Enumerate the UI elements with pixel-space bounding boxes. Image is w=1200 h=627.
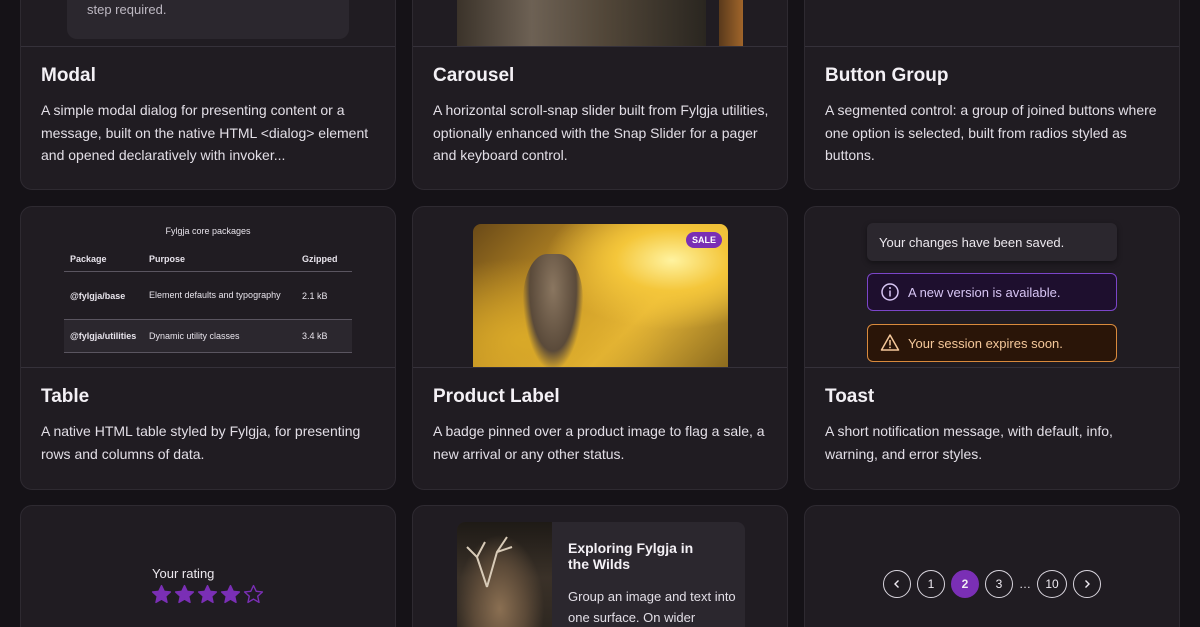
card-description: A badge pinned over a product image to f… xyxy=(433,423,765,462)
table-cell: @fylgja/utilities xyxy=(70,331,137,341)
table-preview: Fylgja core packages Package Purpose Gzi… xyxy=(21,207,395,368)
card-description: A horizontal scroll-snap slider built fr… xyxy=(433,102,769,163)
media-card-preview: Exploring Fylgja in the Wilds Group an i… xyxy=(457,522,745,627)
pagination-page-button[interactable]: 1 xyxy=(917,570,945,598)
carousel-next-slide-image xyxy=(719,0,743,46)
carousel-slide-image xyxy=(457,0,706,46)
card-media[interactable]: Exploring Fylgja in the Wilds Group an i… xyxy=(412,505,788,627)
card-carousel[interactable]: Carousel A horizontal scroll-snap slider… xyxy=(412,0,788,190)
toast-message: Your changes have been saved. xyxy=(879,234,1065,250)
card-title: Button Group xyxy=(825,65,949,86)
toast-warning[interactable]: Your session expires soon. xyxy=(867,324,1117,362)
card-title: Table xyxy=(41,386,90,407)
modal-preview: step required. xyxy=(21,0,395,47)
deer-image xyxy=(457,522,552,627)
sale-badge: SALE xyxy=(685,232,722,248)
data-table: Package Purpose Gzipped @fylgja/base Ele… xyxy=(64,247,352,353)
card-rating[interactable]: Your rating xyxy=(20,505,396,627)
toast-message: Your session expires soon. xyxy=(908,335,1063,351)
antlers-shape xyxy=(466,536,513,588)
warning-icon xyxy=(880,333,900,353)
card-modal[interactable]: step required. Modal A simple modal dial… xyxy=(20,0,396,190)
pagination-page-button[interactable]: 10 xyxy=(1037,570,1067,598)
pagination-page-button[interactable]: 3 xyxy=(985,570,1013,598)
star-icon[interactable] xyxy=(151,584,172,610)
chevron-left-icon xyxy=(894,580,899,588)
carousel-preview xyxy=(413,0,787,47)
card-table[interactable]: Fylgja core packages Package Purpose Gzi… xyxy=(20,206,396,490)
star-icon[interactable] xyxy=(243,584,264,610)
table-cell: 2.1 kB xyxy=(302,290,328,301)
pagination-next-button[interactable] xyxy=(1073,570,1101,598)
toast-preview: Your changes have been saved. A new vers… xyxy=(805,207,1179,368)
product-label-preview: SALE xyxy=(413,207,787,368)
card-title: Product Label xyxy=(433,386,560,407)
star-icon[interactable] xyxy=(174,584,195,610)
table-row: @fylgja/base Element defaults and typogr… xyxy=(64,272,352,320)
card-description: A segmented control: a group of joined b… xyxy=(825,102,1157,163)
rating-label: Your rating xyxy=(152,566,215,581)
cat-silhouette xyxy=(523,254,583,367)
card-product-label[interactable]: SALE Product Label A badge pinned over a… xyxy=(412,206,788,490)
modal-preview-note: step required. xyxy=(87,2,167,17)
table-header-row: Package Purpose Gzipped xyxy=(64,247,352,272)
toast-message: A new version is available. xyxy=(908,284,1061,300)
table-cell: 3.4 kB xyxy=(302,331,328,341)
star-icon[interactable] xyxy=(197,584,218,610)
star-rating[interactable] xyxy=(151,584,264,610)
table-cell: Dynamic utility classes xyxy=(149,330,240,341)
card-pagination[interactable]: 1 2 3 … 10 xyxy=(804,505,1180,627)
chevron-right-icon xyxy=(1085,580,1090,588)
table-header-cell: Purpose xyxy=(149,253,186,264)
table-header-cell: Package xyxy=(70,254,107,264)
card-description: A short notification message, with defau… xyxy=(825,423,1113,462)
table-cell: Element defaults and typography xyxy=(149,290,281,300)
pagination-ellipsis: … xyxy=(1019,577,1031,591)
toast-info[interactable]: A new version is available. xyxy=(867,273,1117,311)
star-icon[interactable] xyxy=(220,584,241,610)
card-title: Toast xyxy=(825,386,875,407)
card-description: A native HTML table styled by Fylgja, fo… xyxy=(41,423,361,462)
media-card-title: Exploring Fylgja in the Wilds xyxy=(568,540,694,572)
pagination-page-button-current[interactable]: 2 xyxy=(951,570,979,598)
button-group-preview xyxy=(805,0,1179,47)
info-icon xyxy=(880,282,900,302)
media-card-text: Group an image and text into one surface… xyxy=(568,589,736,625)
card-title: Carousel xyxy=(433,65,515,86)
card-title: Modal xyxy=(41,65,96,86)
product-image: SALE xyxy=(473,224,728,367)
modal-dialog-preview: step required. xyxy=(67,0,349,39)
table-cell: @fylgja/base xyxy=(70,290,126,301)
pagination: 1 2 3 … 10 xyxy=(883,570,1101,598)
card-toast[interactable]: Your changes have been saved. A new vers… xyxy=(804,206,1180,490)
toast-default[interactable]: Your changes have been saved. xyxy=(867,223,1117,261)
table-row: @fylgja/utilities Dynamic utility classe… xyxy=(64,320,352,353)
card-button-group[interactable]: Button Group A segmented control: a grou… xyxy=(804,0,1180,190)
card-description: A simple modal dialog for presenting con… xyxy=(41,102,369,163)
table-header-cell: Gzipped xyxy=(302,254,338,264)
table-caption: Fylgja core packages xyxy=(165,226,251,236)
pagination-prev-button[interactable] xyxy=(883,570,911,598)
